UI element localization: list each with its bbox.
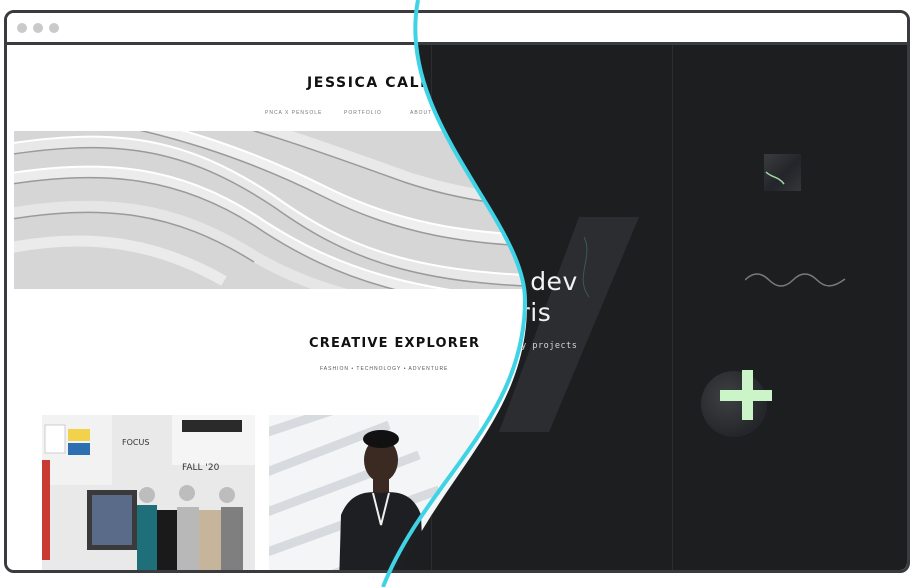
- browser-window: JESSICA CALDWELL PNCA X PENSOLE PORTFOLI…: [4, 10, 910, 573]
- nav-item-about[interactable]: ABOUT: [410, 110, 432, 116]
- window-close-dot[interactable]: [17, 23, 27, 33]
- window-minimize-dot[interactable]: [33, 23, 43, 33]
- marble-square-graphic: [764, 154, 801, 191]
- page-viewport: JESSICA CALDWELL PNCA X PENSOLE PORTFOLI…: [7, 45, 907, 570]
- browser-titlebar: [7, 13, 907, 45]
- tagline-subtitle: FASHION • TECHNOLOGY • ADVENTURE: [320, 366, 449, 372]
- plus-icon: [720, 390, 772, 401]
- nav-item-portfolio[interactable]: PORTFOLIO: [344, 110, 382, 116]
- portfolio-card-studio[interactable]: FOCUS FALL '20: [42, 415, 255, 570]
- grid-line: [672, 45, 673, 570]
- nav-item-pnca[interactable]: PNCA X PENSOLE: [265, 110, 322, 116]
- tagline-title: CREATIVE EXPLORER: [309, 336, 481, 351]
- wave-icon: [745, 273, 850, 287]
- svg-text:FOCUS: FOCUS: [122, 438, 149, 447]
- hero-image-architecture: [14, 131, 534, 289]
- svg-text:FALL '20: FALL '20: [182, 463, 220, 473]
- marble-circle-graphic: [701, 371, 767, 437]
- window-maximize-dot[interactable]: [49, 23, 59, 33]
